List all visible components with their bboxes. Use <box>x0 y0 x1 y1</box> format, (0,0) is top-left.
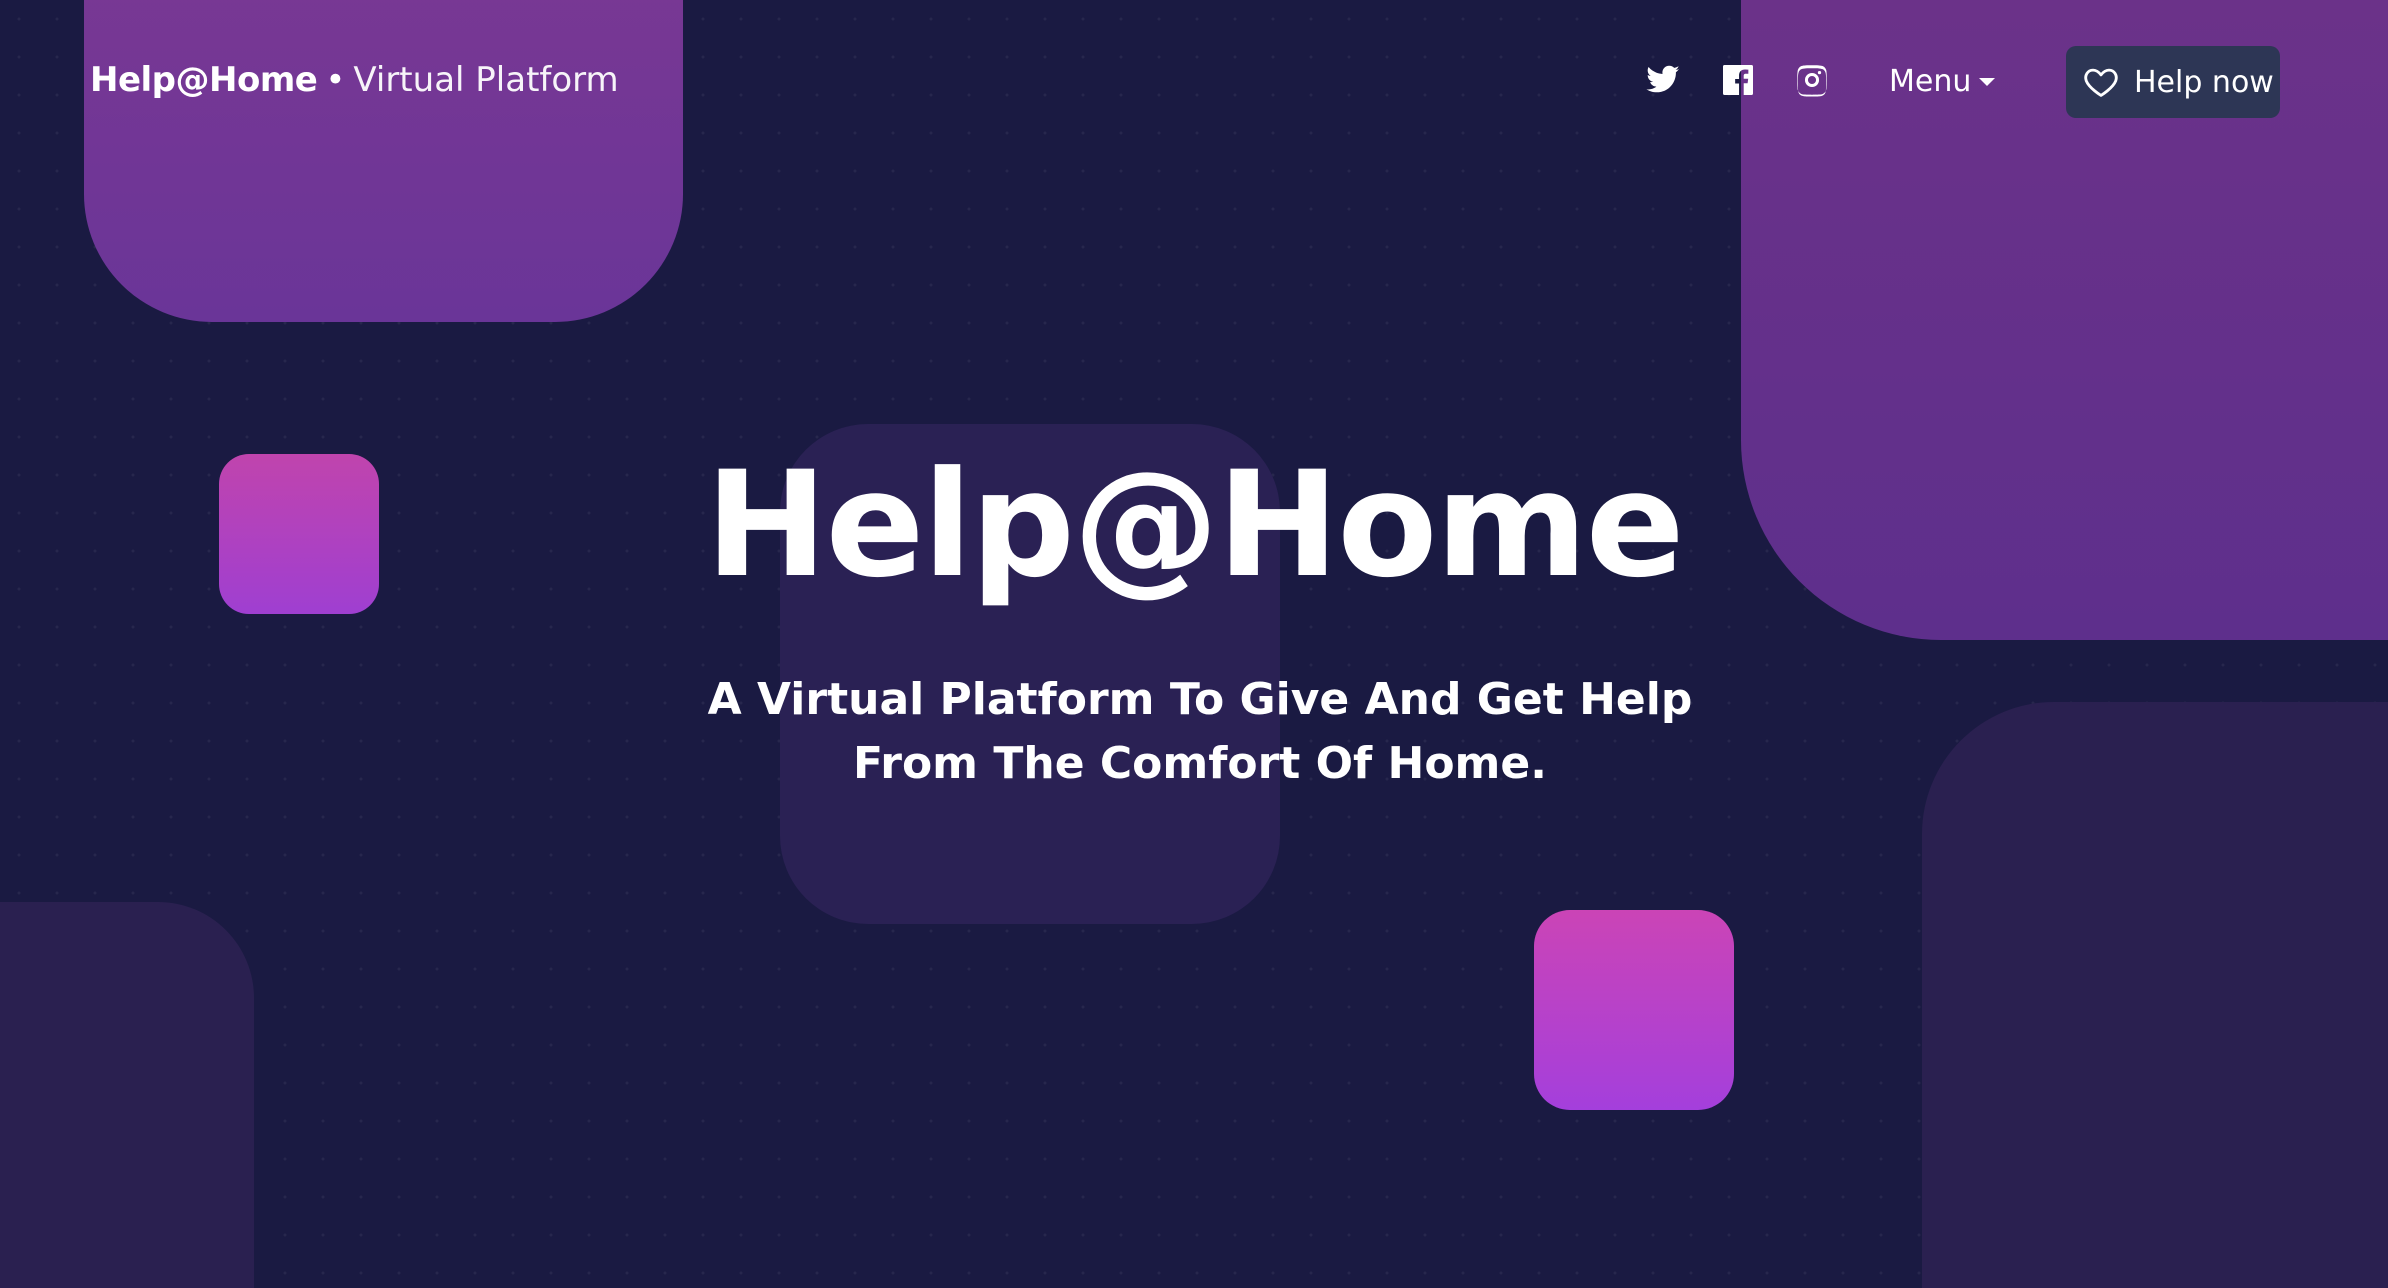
menu-label: Menu <box>1889 64 1972 99</box>
help-now-label: Help now <box>2134 64 2274 100</box>
hero-subtitle-line-2: From The Comfort Of Home. <box>853 738 1547 789</box>
decor-shape-bottom-left <box>0 902 254 1288</box>
twitter-icon <box>1646 65 1680 93</box>
twitter-link[interactable] <box>1645 62 1681 98</box>
decor-square-small-left <box>219 454 379 614</box>
brand-logo[interactable]: Help@Home • Virtual Platform <box>90 58 619 102</box>
help-now-button[interactable]: Help now <box>2066 46 2280 118</box>
brand-name: Help@Home <box>90 60 318 100</box>
facebook-link[interactable] <box>1720 62 1756 98</box>
instagram-link[interactable] <box>1794 62 1830 98</box>
instagram-icon <box>1797 65 1827 97</box>
caret-down-icon <box>1979 78 1996 86</box>
hero-subtitle: A Virtual Platform To Give And Get Help … <box>694 668 1706 796</box>
decor-shape-bottom-right <box>1922 702 2388 1288</box>
heart-icon <box>2084 68 2118 97</box>
decor-square-small-right <box>1534 910 1734 1110</box>
brand-tagline: Virtual Platform <box>353 60 619 100</box>
hero-title: Help@Home <box>705 440 1684 610</box>
facebook-icon <box>1723 65 1753 95</box>
hero-subtitle-line-1: A Virtual Platform To Give And Get Help <box>707 674 1693 725</box>
menu-dropdown[interactable]: Menu <box>1889 62 1996 102</box>
brand-separator: • <box>325 60 346 100</box>
site-header: Help@Home • Virtual Platform Menu Help now <box>0 0 2388 160</box>
